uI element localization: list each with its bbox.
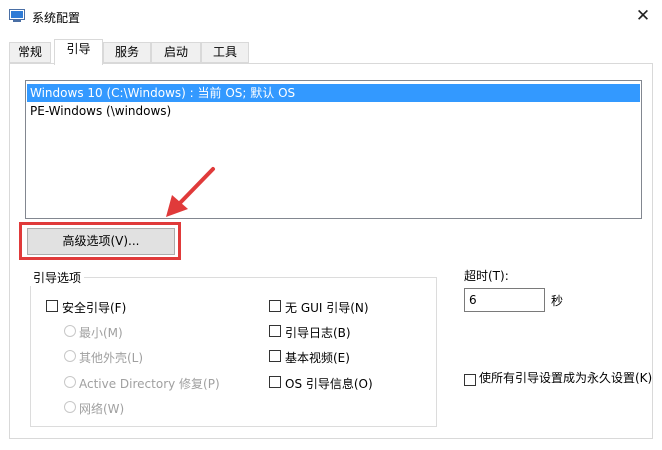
tab-tools[interactable]: 工具 — [201, 42, 249, 63]
os-boot-info-label: OS 引导信息(O) — [285, 377, 373, 391]
alternate-shell-radio[interactable] — [64, 350, 76, 362]
close-button[interactable]: ✕ — [630, 4, 656, 28]
no-gui-boot-checkbox[interactable] — [269, 300, 281, 312]
window-title: 系统配置 — [32, 11, 81, 25]
ad-repair-label: Active Directory 修复(P) — [79, 377, 220, 391]
make-permanent-checkbox[interactable] — [464, 374, 476, 386]
tab-services[interactable]: 服务 — [103, 42, 151, 63]
base-video-label: 基本视频(E) — [285, 351, 350, 365]
alternate-shell-label: 其他外壳(L) — [79, 351, 144, 365]
tab-boot[interactable]: 引导 — [54, 39, 103, 65]
network-radio[interactable] — [64, 401, 76, 413]
boot-entry-pe-windows[interactable]: PE-Windows (\windows) — [27, 102, 640, 120]
safe-boot-checkbox[interactable] — [46, 300, 58, 312]
boot-options-title: 引导选项 — [30, 269, 85, 286]
advanced-options-button[interactable]: 高级选项(V)... — [27, 228, 175, 255]
boot-log-label: 引导日志(B) — [285, 326, 351, 340]
boot-log-checkbox[interactable] — [269, 325, 281, 337]
no-gui-boot-label: 无 GUI 引导(N) — [285, 301, 369, 315]
network-label: 网络(W) — [79, 402, 125, 416]
safe-boot-label: 安全引导(F) — [62, 301, 127, 315]
timeout-label: 超时(T): — [464, 269, 509, 283]
boot-entry-windows10[interactable]: Windows 10 (C:\Windows) : 当前 OS; 默认 OS — [27, 84, 640, 102]
minimal-label: 最小(M) — [79, 326, 123, 340]
boot-os-list[interactable]: Windows 10 (C:\Windows) : 当前 OS; 默认 OS P… — [25, 80, 642, 219]
base-video-checkbox[interactable] — [269, 350, 281, 362]
make-permanent-label: 使所有引导设置成为永久设置(K) — [479, 371, 653, 385]
title-bar: 系统配置 ✕ — [0, 0, 662, 36]
ad-repair-radio[interactable] — [64, 376, 76, 388]
system-config-icon — [9, 9, 25, 22]
timeout-input[interactable]: 6 — [464, 288, 545, 312]
timeout-unit: 秒 — [551, 294, 564, 308]
os-boot-info-checkbox[interactable] — [269, 376, 281, 388]
tab-general[interactable]: 常规 — [9, 42, 51, 63]
minimal-radio[interactable] — [64, 325, 76, 337]
tab-startup[interactable]: 启动 — [151, 42, 201, 63]
